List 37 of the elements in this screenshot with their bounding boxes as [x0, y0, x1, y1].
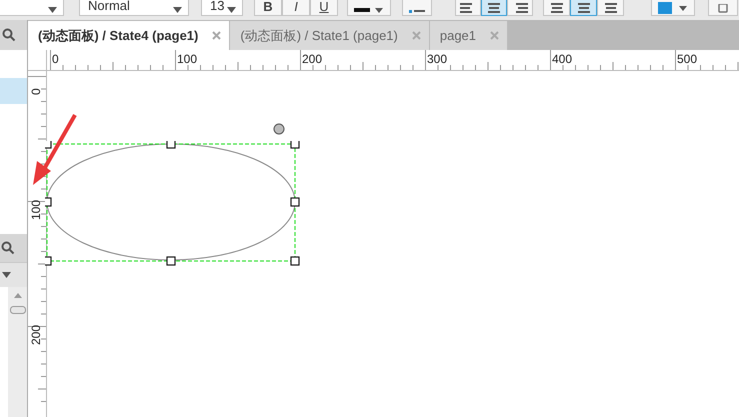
ruler-label: 200 — [302, 52, 322, 66]
fill-color-icon — [658, 2, 688, 14]
caret-icon — [227, 7, 236, 13]
ruler-label: 100 — [29, 200, 43, 220]
document-tab[interactable]: page1 — [430, 21, 508, 50]
font-color-icon — [354, 6, 384, 14]
ruler-label: 0 — [52, 52, 59, 66]
document-tab[interactable]: (动态面板) / State4 (page1) — [28, 21, 230, 50]
search-icon — [2, 28, 16, 42]
scroll-up-icon — [14, 293, 22, 298]
format-button[interactable]: U — [310, 0, 338, 16]
document-tab[interactable]: (动态面板) / State1 (page1) — [230, 21, 430, 50]
panel-dropdown[interactable] — [0, 262, 27, 287]
scrollbar[interactable] — [8, 287, 27, 417]
ruler-label: 100 — [177, 52, 198, 66]
ruler-label: 200 — [29, 324, 43, 345]
rotation-handle-icon — [273, 123, 285, 135]
caret-icon — [173, 7, 182, 13]
align-icon — [602, 2, 618, 14]
caret-icon — [48, 7, 57, 13]
align-icon — [548, 2, 564, 14]
search-icon — [1, 241, 15, 255]
ruler-label: 0 — [29, 88, 43, 95]
ruler-label: 500 — [677, 52, 698, 66]
ruler-label: 300 — [427, 52, 448, 66]
style-value: Normal — [88, 0, 130, 13]
format-button[interactable]: B — [254, 0, 282, 16]
font-size-dropdown[interactable]: 13 — [201, 0, 243, 16]
format-button[interactable]: I — [282, 0, 310, 16]
caret-icon — [2, 272, 11, 278]
align-icon — [576, 2, 592, 14]
ruler-label: 400 — [552, 52, 572, 66]
font-size-value: 13 — [210, 0, 224, 13]
align-icon — [486, 2, 502, 14]
scroll-thumb-icon — [10, 306, 26, 314]
bullet-list-icon — [409, 8, 425, 14]
style-dropdown[interactable]: Normal — [79, 0, 189, 16]
